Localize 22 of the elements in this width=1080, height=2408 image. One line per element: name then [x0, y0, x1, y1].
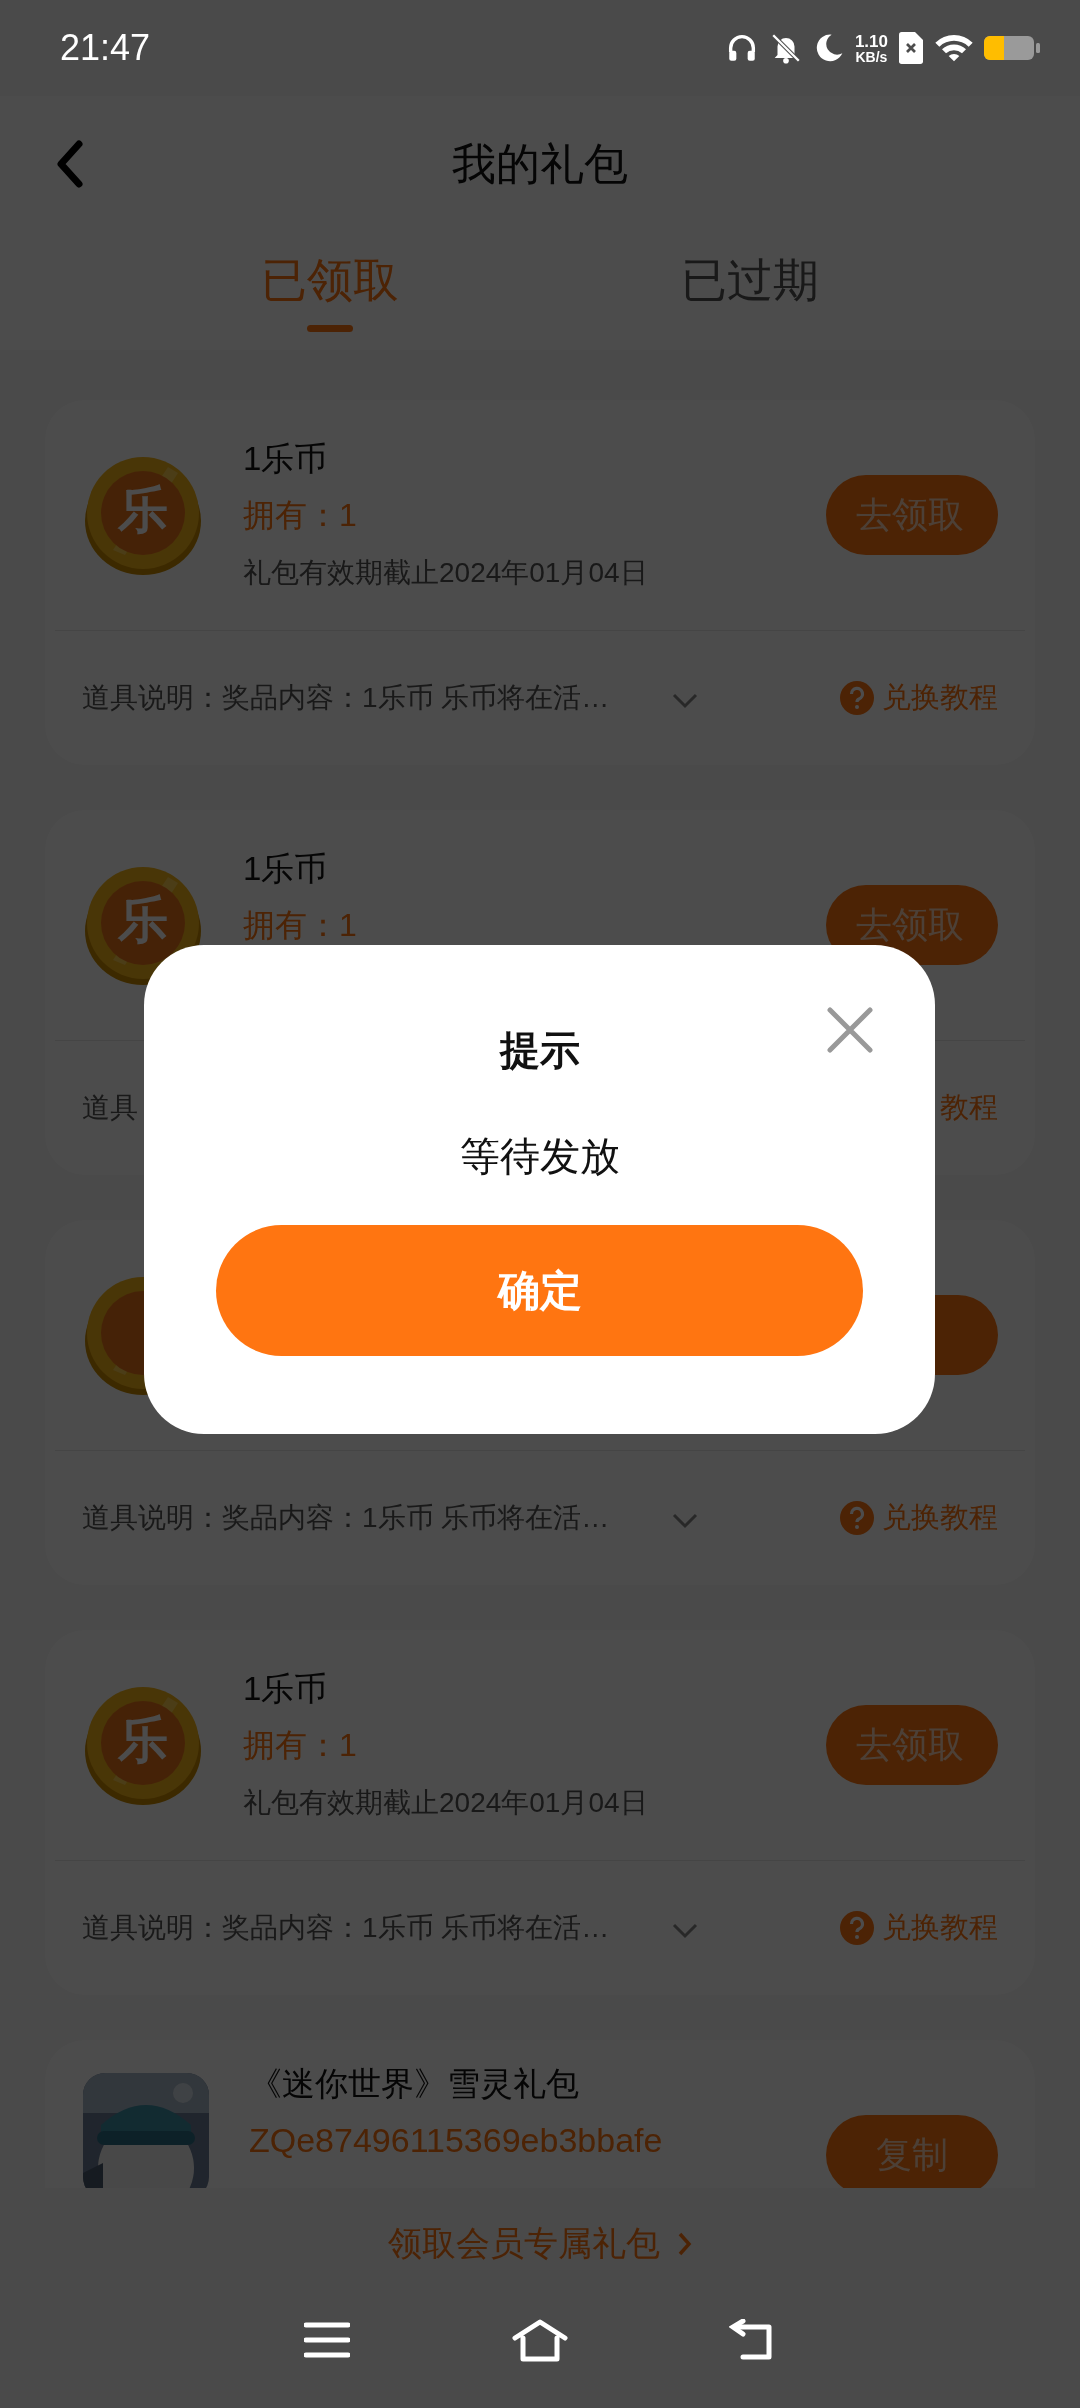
owned-count: 拥有：1 — [243, 495, 358, 535]
wifi-icon — [934, 32, 974, 64]
close-button[interactable] — [825, 1005, 875, 1055]
owned-count: 拥有：1 — [243, 1725, 358, 1765]
network-speed: 1.10 — [854, 32, 888, 50]
battery-icon — [984, 34, 1040, 62]
home-icon — [511, 2318, 569, 2362]
gift-title: 1乐币 — [243, 848, 329, 889]
gift-code: ZQe87496115369eb3bbafe — [249, 2120, 664, 2161]
gift-title: 1乐币 — [243, 438, 329, 479]
dialog-title: 提示 — [499, 1027, 580, 1074]
gift-title: 1乐币 — [243, 1668, 329, 1709]
gift-title: 《迷你世界》雪灵礼包 — [249, 2064, 580, 2104]
confirm-button[interactable]: 确定 — [216, 1225, 863, 1356]
speed-unit: KB/s — [855, 49, 888, 64]
sim-card-icon — [898, 32, 924, 64]
owned-count: 拥有：1 — [243, 905, 358, 945]
dialog-message: 等待发放 — [459, 1133, 620, 1180]
clock-time: 21:47 — [60, 27, 151, 69]
close-icon — [827, 1007, 873, 1053]
page-title: 我的礼包 — [452, 137, 628, 190]
menu-icon — [303, 2321, 350, 2359]
